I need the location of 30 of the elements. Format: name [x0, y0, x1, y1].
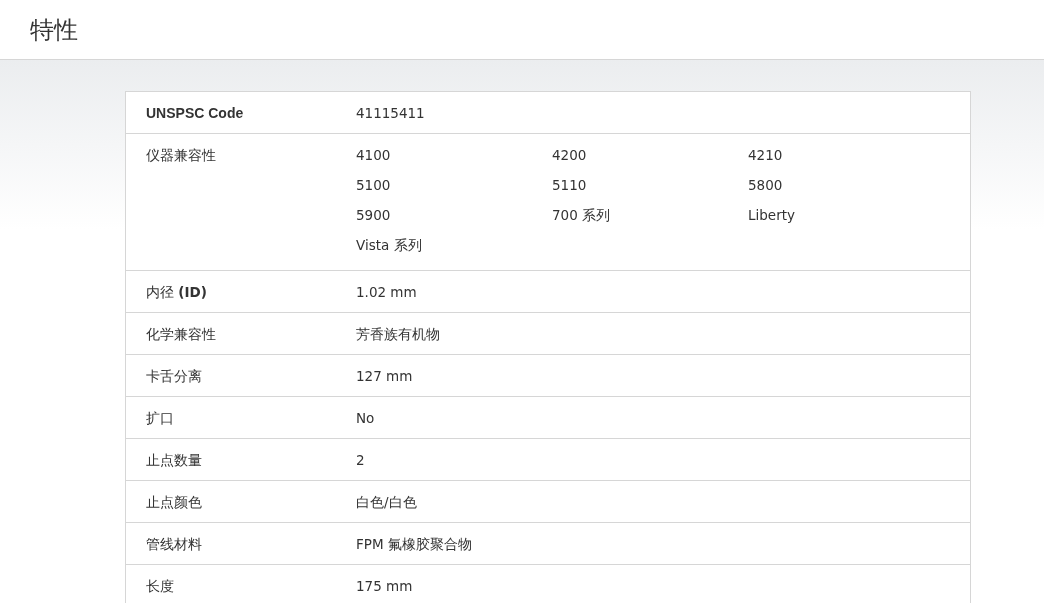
spec-value: 41115411	[356, 104, 425, 123]
spec-value: FPM 氟橡胶聚合物	[356, 535, 472, 554]
spec-label: 长度	[146, 577, 175, 596]
spec-value: 5800	[748, 177, 784, 193]
spec-label: 卡舌分离	[146, 367, 203, 386]
spec-value: Vista 系列	[356, 237, 423, 253]
spec-value: 127 mm	[356, 367, 413, 386]
spec-label: 内径 (ID)	[146, 283, 208, 302]
spec-label: 仪器兼容性	[146, 146, 217, 165]
spec-label: 扩口	[146, 409, 175, 428]
spec-value: 5110	[552, 177, 588, 193]
spec-value: 4100	[356, 147, 392, 163]
spec-value: 5900	[356, 207, 392, 223]
spec-value: Liberty	[748, 207, 796, 223]
spec-value: 1.02 mm	[356, 283, 417, 302]
spec-value: 5100	[356, 177, 392, 193]
spec-value: 2	[356, 451, 365, 470]
spec-value: 白色/白色	[356, 493, 417, 512]
spec-label: 止点颜色	[146, 493, 203, 512]
spec-label: 管线材料	[146, 535, 203, 554]
spec-value: 700 系列	[552, 207, 612, 223]
spec-label: UNSPSC Code	[146, 104, 245, 123]
spec-value: 4200	[552, 147, 588, 163]
spec-label: 化学兼容性	[146, 325, 217, 344]
section-title: 特性	[30, 14, 78, 46]
spec-value: 175 mm	[356, 577, 413, 596]
spec-value: 4210	[748, 147, 784, 163]
spec-value: 芳香族有机物	[356, 325, 440, 344]
spec-value: No	[356, 409, 375, 428]
spec-label: 止点数量	[146, 451, 203, 470]
